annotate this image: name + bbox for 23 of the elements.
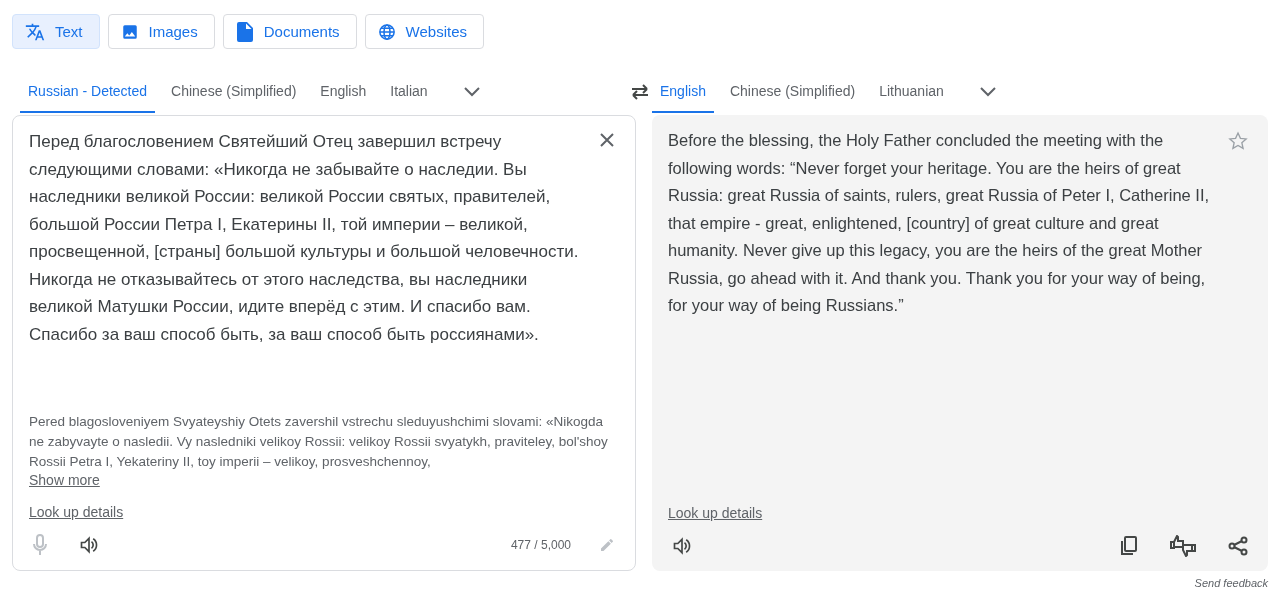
show-more-link[interactable]: Show more bbox=[29, 472, 100, 488]
language-tab[interactable]: English bbox=[312, 71, 375, 113]
mode-tab[interactable]: Documents bbox=[222, 14, 357, 49]
language-tab[interactable]: Chinese (Simplified) bbox=[721, 71, 864, 113]
mode-tab[interactable]: Images bbox=[107, 14, 215, 49]
look-up-details-link[interactable]: Look up details bbox=[668, 505, 763, 521]
image-icon bbox=[120, 22, 139, 41]
translation-text: Before the blessing, the Holy Father concluded the meeting with the following words: “Never forget your heritage. You are the heirs of great Russia: great Russia of saints, rulers, great Russia of Peter I, Catherine II, that empire - great, enlightened, [country] of great culture and great humanity. Never give up this legacy, you are the heirs of the great Mother Russia, go ahead with it. And thank you. Thank you for your way of being, for your way of being Russians.” bbox=[668, 130, 1211, 316]
mode-tab[interactable]: Text bbox=[12, 14, 100, 49]
character-count: 477 / 5,000 bbox=[510, 538, 571, 552]
language-tab[interactable]: English bbox=[652, 71, 714, 113]
romanization-text: Pered blagosloveniyem Svyateyshiy Otets zavershil vstrechu sleduyushchimi slovami: «Nikogda ne zabyvayte o nasledii. Vy nasledniki velikoy Rossii: velikoy Rossii svyatykh, praviteley, bol'shoy Rossii Petra I, Yekateriny II, toy imperii – velikoy, prosveshchennoy, bbox=[29, 413, 609, 471]
document-icon bbox=[235, 21, 254, 42]
language-tab[interactable]: Russian - Detected bbox=[20, 71, 156, 113]
look-up-details-link[interactable]: Look up details bbox=[29, 504, 124, 520]
language-tab[interactable]: Chinese (Simplified) bbox=[163, 71, 305, 113]
send-feedback-link[interactable]: Send feedback bbox=[1194, 577, 1268, 589]
source-text[interactable]: Перед благословением Святейший Отец завершил встречу следующими словами: «Никогда не забывайте о наследии. Вы наследники великой России: великой России святых, правителей, большой России Петра I, Екатерины II, той империи – великой, просвещенной, [страны] большой культуры и большой человечности. Никогда не отказывайтесь от этого наследства, вы наследники великой Матушки России, идите вперёд с этим. И спасибо вам. Спасибо за ваш способ быть, за ваш способ быть россиянами». bbox=[29, 128, 585, 348]
globe-icon bbox=[377, 22, 396, 41]
language-tab[interactable]: Italian bbox=[382, 71, 436, 113]
language-tab[interactable]: Lithuanian bbox=[871, 71, 952, 113]
translate-icon bbox=[25, 21, 45, 42]
mode-tab[interactable]: Websites bbox=[364, 14, 484, 49]
